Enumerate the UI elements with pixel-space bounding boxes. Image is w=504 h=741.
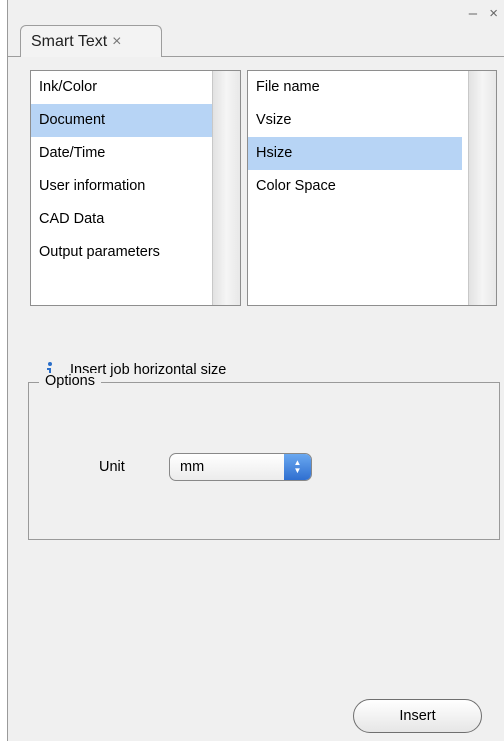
options-group: Options Unit mm ▲ ▼ (28, 373, 500, 540)
category-scrollbar[interactable] (212, 71, 240, 305)
field-list-item[interactable]: Color Space (248, 170, 462, 203)
category-list-item[interactable]: Date/Time (31, 137, 213, 170)
field-list-item[interactable]: Hsize (248, 137, 462, 170)
tab-close-icon[interactable]: × (112, 33, 121, 51)
unit-select-value: mm (180, 459, 205, 475)
options-legend: Options (39, 373, 101, 389)
category-list-item[interactable]: Document (31, 104, 213, 137)
field-scrollbar[interactable] (468, 71, 496, 305)
window-controls[interactable]: – × (469, 5, 502, 22)
unit-label: Unit (99, 459, 125, 475)
field-list-item[interactable]: Vsize (248, 104, 462, 137)
category-items: Ink/Color Document Date/Time User informati… (31, 71, 213, 269)
category-list[interactable]: Ink/Color Document Date/Time User informati… (30, 70, 241, 306)
field-list[interactable]: File name Vsize Hsize Color Space (247, 70, 497, 306)
category-list-item[interactable]: Ink/Color (31, 71, 213, 104)
smart-text-panel: – × Smart Text × Ink/Color Document Date/T… (7, 0, 504, 741)
unit-select[interactable]: mm ▲ ▼ (169, 453, 312, 481)
select-arrows-icon: ▲ ▼ (284, 454, 311, 480)
category-list-item[interactable]: User information (31, 170, 213, 203)
field-list-item[interactable]: File name (248, 71, 462, 104)
field-items: File name Vsize Hsize Color Space (248, 71, 462, 203)
category-list-item[interactable]: CAD Data (31, 203, 213, 236)
insert-button[interactable]: Insert (353, 699, 482, 733)
category-list-item[interactable]: Output parameters (31, 236, 213, 269)
tab-label: Smart Text (31, 32, 108, 50)
tab-smart-text[interactable]: Smart Text × (20, 25, 162, 57)
